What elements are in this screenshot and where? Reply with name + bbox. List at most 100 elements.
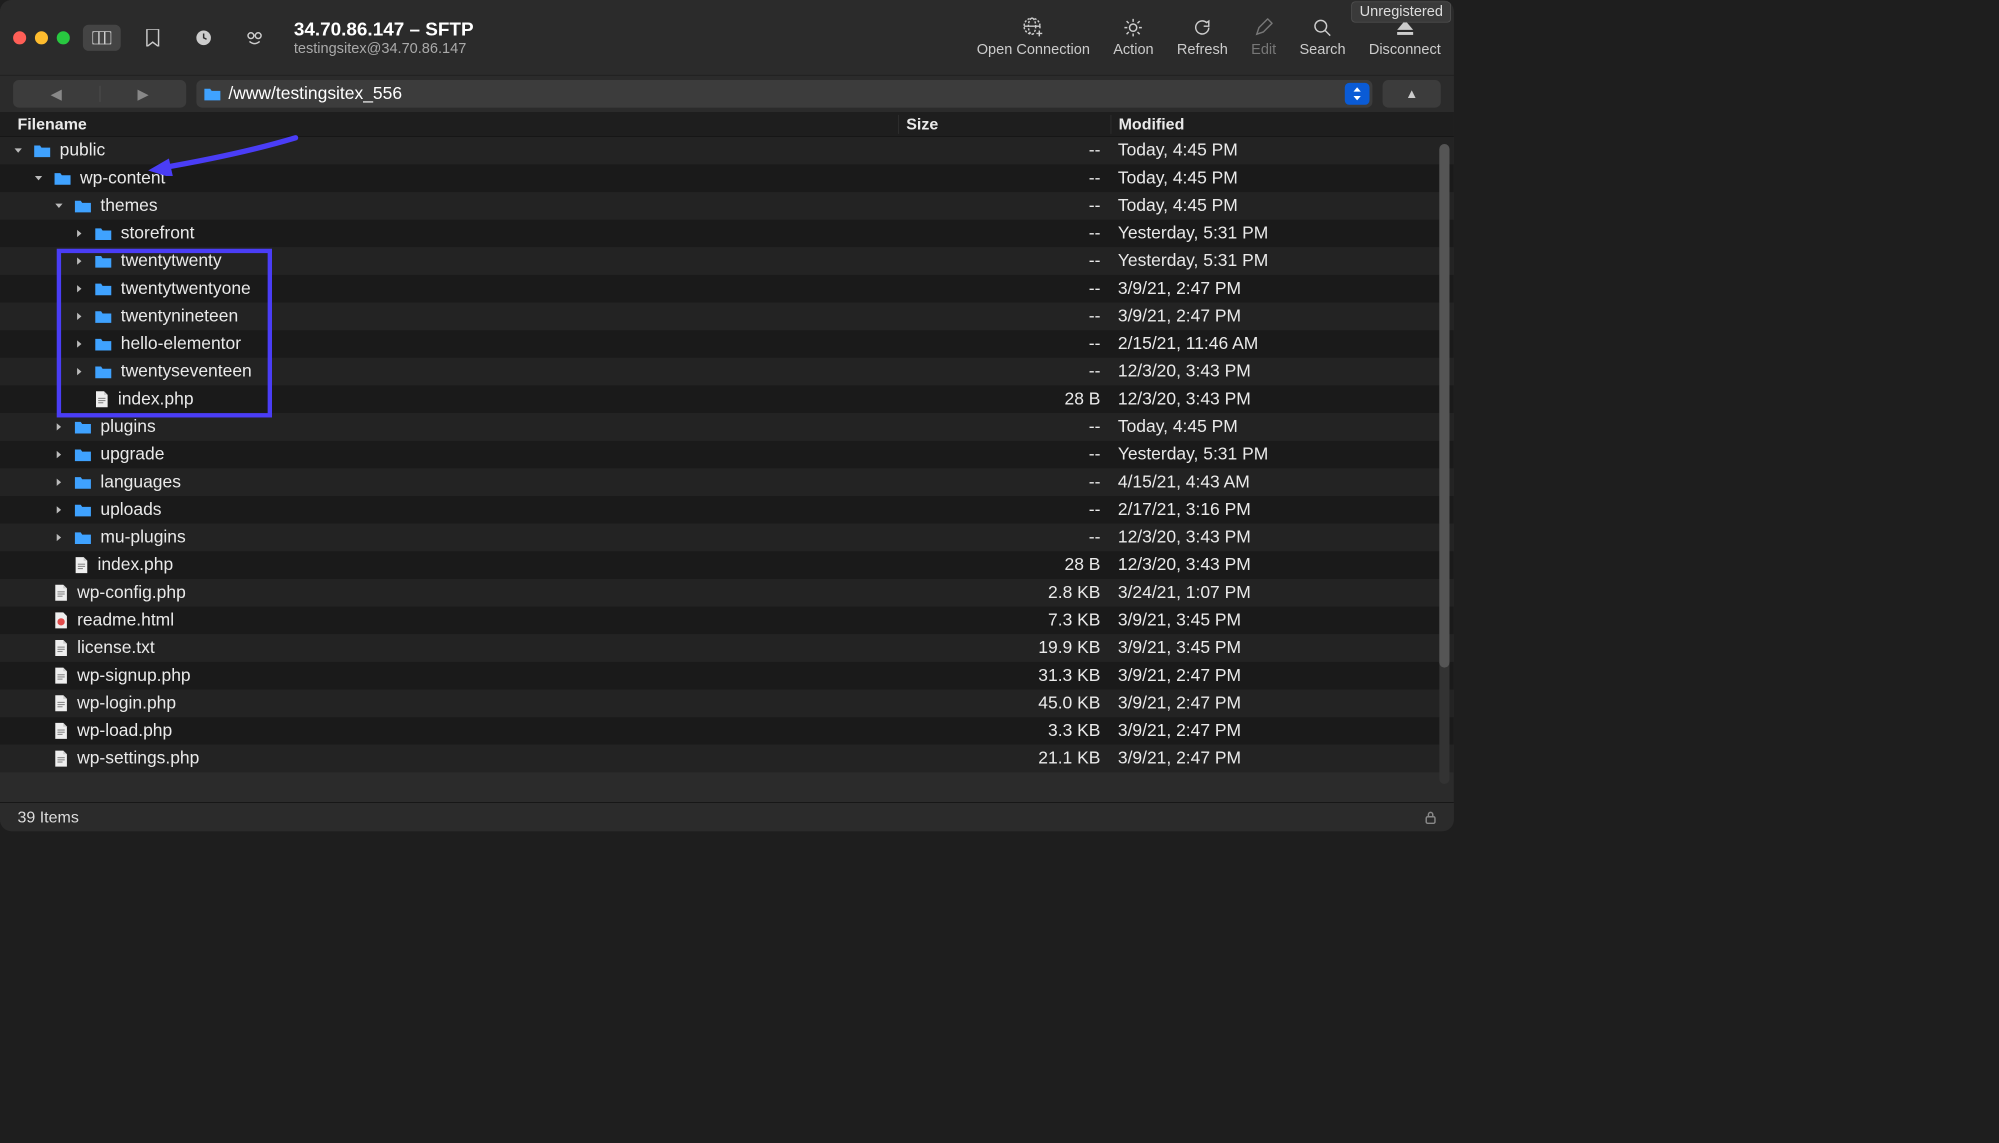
folder-icon — [95, 226, 112, 241]
file-row[interactable]: wp-settings.php21.1 KB3/9/21, 2:47 PM — [0, 745, 1454, 773]
file-size: -- — [898, 196, 1110, 216]
status-text: 39 Items — [17, 808, 78, 827]
col-size[interactable]: Size — [898, 115, 1110, 134]
search-icon — [1313, 17, 1332, 39]
close-icon[interactable] — [13, 31, 26, 44]
file-modified: 3/9/21, 2:47 PM — [1111, 665, 1454, 685]
file-row[interactable]: mu-plugins--12/3/20, 3:43 PM — [0, 524, 1454, 552]
nav-back-button[interactable]: ◀ — [13, 85, 99, 103]
app-icon-button[interactable] — [236, 24, 274, 50]
search-button[interactable]: Search — [1299, 17, 1345, 58]
file-size: -- — [898, 417, 1110, 437]
file-icon — [54, 750, 69, 767]
file-row[interactable]: wp-config.php2.8 KB3/24/21, 1:07 PM — [0, 579, 1454, 607]
file-modified: 3/9/21, 3:45 PM — [1111, 610, 1454, 630]
file-name: index.php — [118, 389, 194, 409]
file-row[interactable]: hello-elementor--2/15/21, 11:46 AM — [0, 330, 1454, 358]
file-modified: 4/15/21, 4:43 AM — [1111, 472, 1454, 492]
file-row[interactable]: storefront--Yesterday, 5:31 PM — [0, 220, 1454, 248]
file-name: wp-config.php — [77, 583, 186, 603]
file-row[interactable]: twentytwenty--Yesterday, 5:31 PM — [0, 247, 1454, 275]
file-modified: 2/17/21, 3:16 PM — [1111, 500, 1454, 520]
disconnect-button[interactable]: Disconnect — [1369, 17, 1441, 58]
status-bar: 39 Items — [0, 802, 1454, 831]
disclosure-icon[interactable] — [54, 449, 70, 459]
disclosure-icon[interactable] — [54, 532, 70, 542]
file-row[interactable]: license.txt19.9 KB3/9/21, 3:45 PM — [0, 634, 1454, 662]
file-name: public — [60, 140, 106, 160]
file-list[interactable]: public--Today, 4:45 PMwp-content--Today,… — [0, 137, 1454, 799]
disclosure-icon[interactable] — [74, 367, 90, 377]
nav-forward-button[interactable]: ▶ — [100, 85, 186, 103]
file-icon — [54, 612, 69, 629]
toolbar-view-button[interactable] — [83, 24, 121, 50]
disclosure-icon[interactable] — [54, 422, 70, 432]
go-up-button[interactable]: ▲ — [1383, 80, 1441, 108]
scroll-thumb[interactable] — [1439, 144, 1449, 668]
file-row[interactable]: wp-content--Today, 4:45 PM — [0, 164, 1454, 192]
disclosure-icon[interactable] — [33, 173, 49, 183]
file-size: 19.9 KB — [898, 638, 1110, 658]
zoom-icon[interactable] — [57, 31, 70, 44]
file-size: 31.3 KB — [898, 665, 1110, 685]
file-row[interactable]: plugins--Today, 4:45 PM — [0, 413, 1454, 441]
file-row[interactable]: public--Today, 4:45 PM — [0, 137, 1454, 165]
file-row[interactable]: twentytwentyone--3/9/21, 2:47 PM — [0, 275, 1454, 303]
file-row[interactable]: readme.html7.3 KB3/9/21, 3:45 PM — [0, 607, 1454, 635]
file-row[interactable]: index.php28 B12/3/20, 3:43 PM — [0, 385, 1454, 413]
scrollbar[interactable] — [1439, 144, 1449, 784]
bookmarks-button[interactable] — [134, 24, 172, 50]
file-name: twentytwenty — [121, 251, 222, 271]
disclosure-icon[interactable] — [74, 311, 90, 321]
file-row[interactable]: languages--4/15/21, 4:43 AM — [0, 468, 1454, 496]
file-row[interactable]: wp-signup.php31.3 KB3/9/21, 2:47 PM — [0, 662, 1454, 690]
refresh-button[interactable]: Refresh — [1177, 17, 1228, 58]
folder-icon — [74, 447, 91, 462]
file-size: -- — [898, 444, 1110, 464]
disclosure-icon — [33, 752, 49, 765]
path-field[interactable]: /www/testingsitex_556 — [196, 80, 1372, 108]
file-row[interactable]: index.php28 B12/3/20, 3:43 PM — [0, 551, 1454, 579]
folder-icon — [33, 143, 50, 158]
file-name: themes — [100, 196, 157, 216]
file-row[interactable]: twentynineteen--3/9/21, 2:47 PM — [0, 303, 1454, 331]
disclosure-icon[interactable] — [74, 339, 90, 349]
nav-history-buttons: ◀ ▶ — [13, 80, 186, 108]
disclosure-icon[interactable] — [74, 284, 90, 294]
file-name: storefront — [121, 223, 195, 243]
file-row[interactable]: themes--Today, 4:45 PM — [0, 192, 1454, 220]
folder-icon — [204, 87, 221, 102]
col-filename[interactable]: Filename — [17, 115, 898, 134]
file-icon — [74, 556, 89, 573]
file-row[interactable]: uploads--2/17/21, 3:16 PM — [0, 496, 1454, 524]
disclosure-icon[interactable] — [54, 201, 70, 211]
globe-plus-icon — [1022, 17, 1044, 39]
disclosure-icon[interactable] — [13, 145, 29, 155]
column-header[interactable]: Filename Size Modified — [0, 112, 1454, 137]
folder-icon — [74, 199, 91, 214]
disclosure-icon[interactable] — [54, 505, 70, 515]
window-subtitle: testingsitex@34.70.86.147 — [294, 40, 474, 57]
folder-icon — [95, 364, 112, 379]
title-area: 34.70.86.147 – SFTP testingsitex@34.70.8… — [294, 18, 474, 57]
file-size: -- — [898, 334, 1110, 354]
disclosure-icon[interactable] — [74, 228, 90, 238]
action-label: Edit — [1251, 41, 1276, 58]
history-button[interactable] — [185, 24, 223, 50]
open-connection-button[interactable]: Open Connection — [977, 17, 1090, 58]
file-modified: 3/9/21, 2:47 PM — [1111, 721, 1454, 741]
action-menu-button[interactable]: Action — [1113, 17, 1153, 58]
disclosure-icon[interactable] — [54, 477, 70, 487]
folder-icon — [74, 530, 91, 545]
path-dropdown-icon[interactable] — [1345, 83, 1370, 105]
file-name: license.txt — [77, 638, 155, 658]
minimize-icon[interactable] — [35, 31, 48, 44]
file-row[interactable]: wp-load.php3.3 KB3/9/21, 2:47 PM — [0, 717, 1454, 745]
file-row[interactable]: upgrade--Yesterday, 5:31 PM — [0, 441, 1454, 469]
disclosure-icon — [33, 697, 49, 710]
disclosure-icon[interactable] — [74, 256, 90, 266]
col-modified[interactable]: Modified — [1111, 115, 1454, 134]
file-row[interactable]: twentyseventeen--12/3/20, 3:43 PM — [0, 358, 1454, 386]
file-row[interactable]: wp-login.php45.0 KB3/9/21, 2:47 PM — [0, 689, 1454, 717]
folder-icon — [74, 503, 91, 518]
